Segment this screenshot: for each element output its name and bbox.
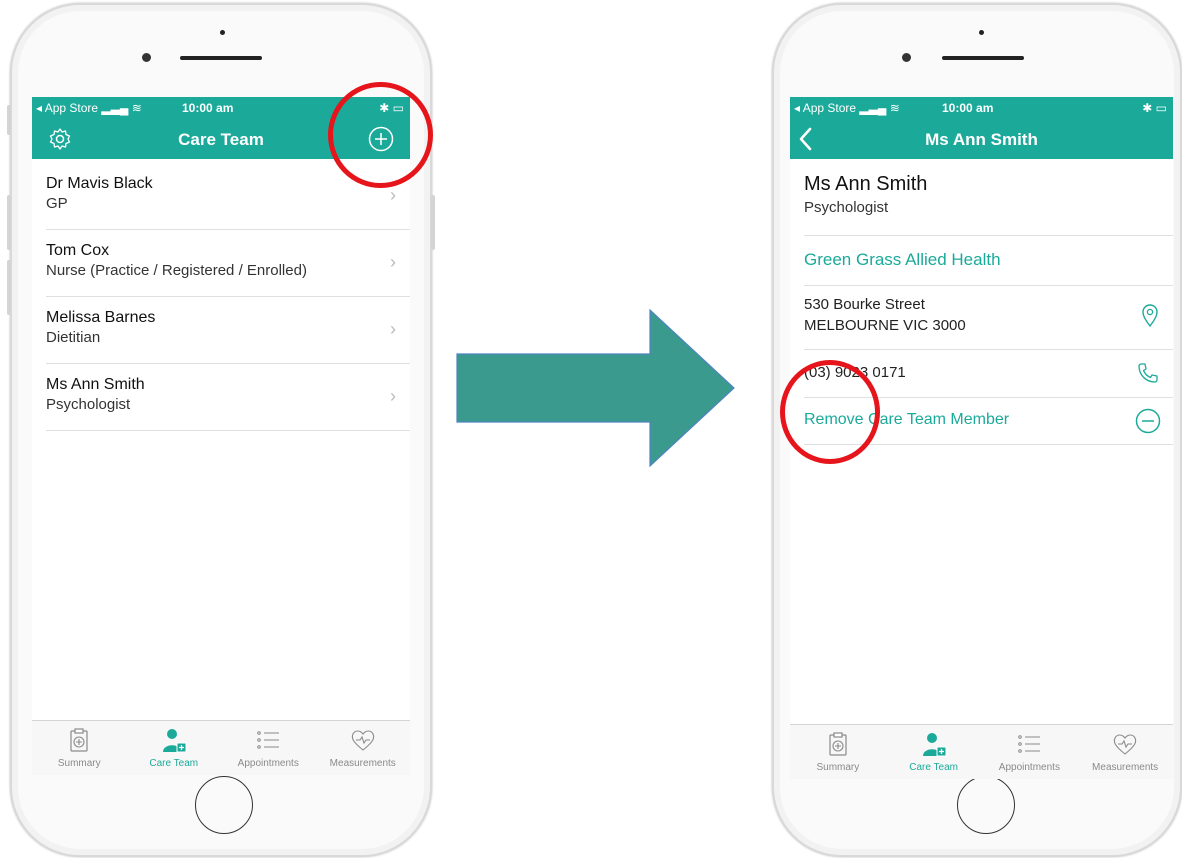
volume-button (7, 260, 11, 315)
status-bar: ◂ App Store ▂▃▄ ≋ 10:00 am ✱ ▭ (790, 97, 1173, 119)
tab-measurements[interactable]: Measurements (1077, 725, 1173, 779)
tab-care-team[interactable]: Care Team (886, 725, 982, 779)
member-role: Nurse (Practice / Registered / Enrolled) (46, 262, 307, 279)
member-role: Psychologist (46, 396, 131, 413)
heart-pulse-icon (351, 730, 374, 751)
tab-appointments[interactable]: Appointments (221, 721, 316, 775)
member-name: Ms Ann Smith (804, 173, 928, 195)
proximity-sensor (220, 30, 225, 35)
tab-label: Appointments (998, 762, 1060, 773)
tab-label: Summary (57, 758, 101, 769)
tab-label: Summary (816, 762, 860, 773)
proximity-sensor (979, 30, 984, 35)
back-to-app-store[interactable]: ◂ App Store ▂▃▄ ≋ (36, 101, 142, 115)
tab-label: Care Team (149, 758, 199, 769)
chevron-right-icon: › (390, 386, 396, 406)
right-arrow-icon (456, 308, 735, 468)
tab-label: Appointments (237, 758, 299, 769)
signal-icon: ▂▃▄ (859, 101, 887, 115)
location-pin-icon[interactable] (1141, 304, 1159, 328)
app-store-label: App Store (802, 101, 857, 115)
divider (804, 235, 1173, 236)
list-item-care-member[interactable]: Melissa Barnes Dietitian › (46, 297, 410, 364)
power-button (431, 195, 435, 250)
tab-summary[interactable]: Summary (790, 725, 886, 779)
tab-summary[interactable]: Summary (32, 721, 127, 775)
phone-icon[interactable] (1137, 362, 1159, 384)
signal-icon: ▂▃▄ (101, 101, 129, 115)
detail-header: Ms Ann Smith Psychologist (790, 159, 1173, 235)
annotation-circle-add (328, 82, 433, 188)
tab-bar: Summary Care Team Appointments Measureme… (790, 724, 1173, 779)
organisation-link[interactable]: Green Grass Allied Health (804, 250, 1001, 270)
home-button[interactable] (957, 776, 1015, 834)
volume-button (7, 105, 11, 135)
tab-bar: Summary Care Team Appointments Measureme… (32, 720, 410, 775)
back-arrow-icon: ◂ (794, 101, 801, 115)
chevron-right-icon: › (390, 319, 396, 339)
member-role: Dietitian (46, 329, 101, 346)
earpiece-speaker (942, 56, 1024, 60)
left-screen: ◂ App Store ▂▃▄ ≋ 10:00 am ✱ ▭ Care Team… (32, 97, 410, 775)
front-camera (142, 53, 151, 62)
care-team-icon (922, 733, 947, 757)
wifi-icon: ≋ (889, 101, 900, 115)
member-name: Tom Cox (46, 242, 110, 259)
back-to-app-store[interactable]: ◂ App Store ▂▃▄ ≋ (794, 101, 900, 115)
member-name: Dr Mavis Black (46, 175, 153, 192)
address-line-1: 530 Bourke Street (804, 296, 925, 313)
wifi-icon: ≋ (131, 101, 142, 115)
list-icon (257, 731, 280, 749)
address-row[interactable]: 530 Bourke Street MELBOURNE VIC 3000 (790, 286, 1173, 344)
front-camera (902, 53, 911, 62)
list-item-care-member[interactable]: Ms Ann Smith Psychologist › (46, 364, 410, 431)
member-name: Ms Ann Smith (46, 376, 145, 393)
remove-minus-icon[interactable] (1135, 408, 1161, 434)
clipboard-icon (829, 732, 847, 756)
status-time: 10:00 am (182, 101, 234, 115)
home-button[interactable] (195, 776, 253, 834)
heart-pulse-icon (1113, 734, 1137, 755)
tab-label: Measurements (329, 758, 396, 769)
tab-label: Measurements (1092, 762, 1159, 773)
clipboard-icon (70, 728, 88, 752)
list-item-care-member[interactable]: Tom Cox Nurse (Practice / Registered / E… (46, 230, 410, 297)
volume-button (7, 195, 11, 250)
annotation-circle-remove (780, 360, 880, 464)
earpiece-speaker (180, 56, 262, 60)
app-store-label: App Store (44, 101, 99, 115)
member-name: Melissa Barnes (46, 309, 156, 326)
tab-measurements[interactable]: Measurements (316, 721, 411, 775)
list-icon (1018, 735, 1041, 753)
chevron-right-icon: › (390, 185, 396, 205)
address-line-2: MELBOURNE VIC 3000 (804, 317, 966, 334)
tab-label: Care Team (909, 762, 958, 773)
battery-icon: ✱ ▭ (1142, 101, 1167, 115)
back-arrow-icon: ◂ (36, 101, 43, 115)
chevron-right-icon: › (390, 252, 396, 272)
page-title: Ms Ann Smith (925, 130, 1038, 149)
status-time: 10:00 am (942, 101, 994, 115)
tab-care-team[interactable]: Care Team (127, 721, 222, 775)
member-role: Psychologist (804, 199, 889, 216)
member-role: GP (46, 195, 68, 212)
care-team-icon (162, 729, 187, 753)
nav-bar: Ms Ann Smith (790, 119, 1173, 159)
tab-appointments[interactable]: Appointments (982, 725, 1078, 779)
